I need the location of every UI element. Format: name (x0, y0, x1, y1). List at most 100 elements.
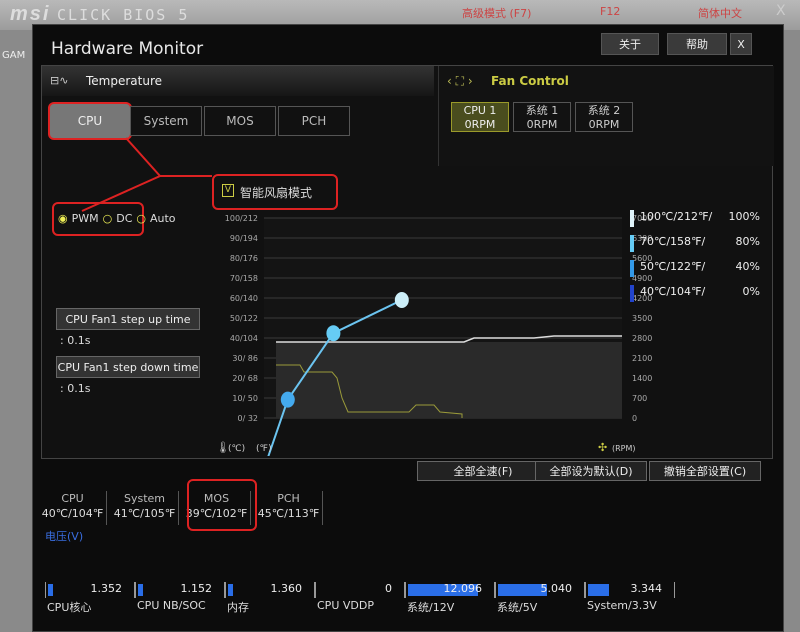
temp-value: 41℃/105℉ (113, 507, 176, 520)
voltage-value: 3.344 (630, 582, 663, 595)
left-tick-label: 100/212 (225, 214, 258, 223)
temp-value: 45℃/113℉ (257, 507, 320, 520)
voltage-value: 1.152 (180, 582, 213, 595)
smart-fan-checkbox[interactable]: V 智能风扇模式 (222, 184, 312, 201)
curve-point[interactable] (280, 391, 295, 408)
voltage-fill (48, 584, 53, 596)
rpm-unit: (RPM) (612, 444, 636, 453)
checkbox-icon[interactable]: V (222, 184, 234, 197)
fan-panel: ⊟∿ Temperature CPU System MOS PCH ‹ ⛶ › … (41, 65, 774, 459)
voltage-label: 系统/12V (407, 601, 455, 614)
voltage-value: 1.360 (270, 582, 303, 595)
legend-label: 50℃/122℉/ (640, 260, 706, 273)
screenshot-button[interactable]: F12 (600, 5, 620, 18)
voltage-bar: 1.152 (135, 582, 225, 598)
voltage-value: 0 (385, 582, 392, 595)
help-button[interactable]: 帮助 (667, 33, 727, 55)
legend-percent: 0% (742, 285, 760, 298)
left-tick-label: 20/ 68 (232, 374, 258, 383)
temp-readout-system: System 41℃/105℉ (111, 491, 179, 525)
set-default-button[interactable]: 全部设为默认(D) (535, 461, 647, 481)
fan-icon: ✣ (598, 441, 607, 454)
side-label: GAM (2, 50, 26, 61)
step-up-value: : 0.1s (60, 334, 91, 347)
language-button[interactable]: 简体中文 (698, 5, 742, 21)
legend-percent: 80% (735, 235, 760, 248)
right-tick-label: 700 (632, 394, 647, 403)
legend-swatch (630, 235, 634, 252)
legend-item: 40℃/104℉/ 0% (630, 285, 760, 303)
legend-percent: 40% (735, 260, 760, 273)
right-tick-label: 2100 (632, 354, 652, 363)
left-tick-label: 60/140 (230, 294, 258, 303)
left-tick-label: 0/ 32 (237, 414, 258, 423)
voltage-label: 内存 (227, 601, 249, 614)
legend-label: 100℃/212℉/ (640, 210, 713, 223)
right-tick-label: 1400 (632, 374, 652, 383)
bios-close-button[interactable]: X (776, 3, 786, 19)
legend-label: 40℃/104℉/ (640, 285, 706, 298)
voltage-fill (588, 584, 609, 596)
close-button[interactable]: X (730, 33, 752, 55)
radio-dc-label: DC (116, 212, 133, 225)
right-tick-label: 3500 (632, 314, 652, 323)
temp-readout-pch: PCH 45℃/113℉ (255, 491, 323, 525)
full-speed-button[interactable]: 全部全速(F) (417, 461, 549, 481)
radio-dc[interactable]: ○ (103, 212, 113, 225)
brand: msi (10, 3, 51, 25)
celsius-unit: (℃) (228, 444, 245, 454)
thermometer-icon: 🌡 (216, 441, 230, 454)
step-down-time-button[interactable]: CPU Fan1 step down time (56, 356, 200, 378)
left-tick-label: 30/ 86 (232, 354, 258, 363)
voltage-bar: 1.352 (45, 582, 135, 598)
voltage-label: CPU核心 (47, 601, 92, 614)
voltage-bar: 0 (315, 582, 405, 598)
voltage-label: CPU VDDP (317, 599, 374, 612)
radio-pwm-label: PWM (71, 212, 99, 225)
legend-swatch (630, 260, 634, 277)
product-name: CLICK BIOS 5 (57, 6, 190, 24)
hardware-monitor-window: Hardware Monitor 关于 帮助 X ⊟∿ Temperature … (32, 24, 784, 632)
curve-point[interactable] (394, 292, 409, 308)
history-area (276, 342, 622, 418)
radio-auto[interactable]: ○ (136, 212, 146, 225)
voltage-fill (228, 584, 233, 596)
advanced-mode-button[interactable]: 高级模式 (F7) (462, 5, 531, 21)
voltage-value: 5.040 (540, 582, 573, 595)
step-down-value: : 0.1s (60, 382, 91, 395)
temp-name: System (123, 492, 166, 505)
temp-value: 40℃/104℉ (41, 507, 104, 520)
left-tick-label: 40/104 (230, 334, 258, 343)
voltage-value: 1.352 (90, 582, 123, 595)
temp-name: CPU (61, 492, 84, 505)
radio-pwm[interactable]: ◉ (58, 212, 68, 225)
voltage-label: CPU NB/SOC (137, 599, 206, 612)
step-up-time-button[interactable]: CPU Fan1 step up time (56, 308, 200, 330)
left-tick-label: 50/122 (230, 314, 258, 323)
right-tick-label: 0 (632, 414, 637, 423)
legend-swatch (630, 210, 634, 227)
legend-item: 70℃/158℉/ 80% (630, 235, 760, 253)
legend-percent: 100% (728, 210, 760, 223)
voltage-fill (138, 584, 143, 596)
smart-fan-label: 智能风扇模式 (240, 186, 313, 200)
msi-logo: msi CLICK BIOS 5 (10, 3, 189, 26)
about-button[interactable]: 关于 (601, 33, 659, 55)
legend-label: 70℃/158℉/ (640, 235, 706, 248)
mode-radios: ◉ PWM ○ DC ○ Auto (58, 212, 176, 225)
curve-point[interactable] (326, 325, 341, 342)
legend-item: 100℃/212℉/ 100% (630, 210, 760, 228)
voltage-label: 系统/5V (497, 601, 538, 614)
cancel-all-button[interactable]: 撤销全部设置(C) (649, 461, 761, 481)
left-tick-label: 80/176 (230, 254, 258, 263)
mos-highlight (187, 479, 257, 531)
voltage-label: System/3.3V (587, 599, 657, 612)
voltage-bar: 5.040 (495, 582, 585, 598)
window-title: Hardware Monitor (51, 39, 204, 59)
left-tick-label: 90/194 (230, 234, 258, 243)
voltage-bar: 3.344 (585, 582, 675, 598)
fahrenheit-unit: (℉) (256, 444, 272, 454)
right-tick-label: 2800 (632, 334, 652, 343)
left-tick-label: 10/ 50 (232, 394, 258, 403)
legend-swatch (630, 285, 634, 302)
